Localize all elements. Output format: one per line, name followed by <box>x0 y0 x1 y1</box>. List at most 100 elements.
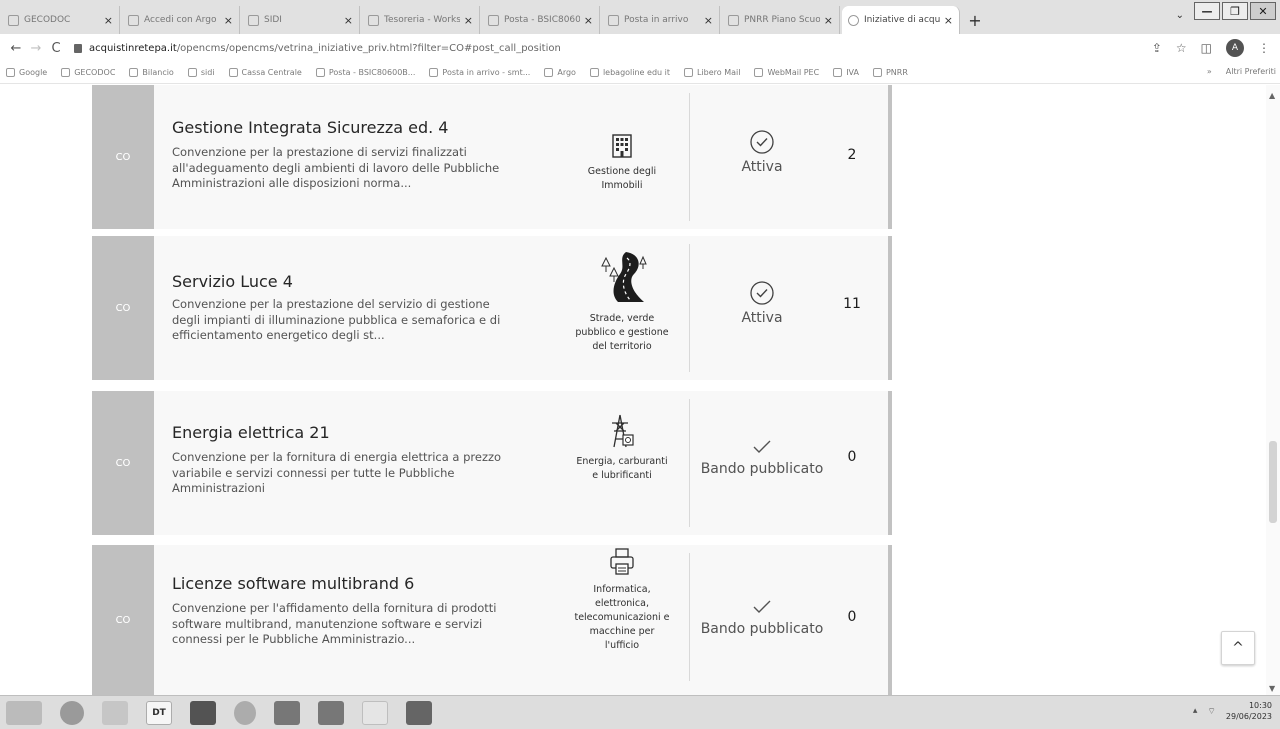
dt-app-icon[interactable]: DT <box>146 700 172 725</box>
tab-tesoreria[interactable]: Tesoreria - Workspace × <box>362 6 480 34</box>
type-badge: CO <box>92 85 154 229</box>
bookmark-cassa-centrale[interactable]: Cassa Centrale <box>228 68 302 77</box>
screen: GECODOC × Accedi con Argo × SIDI × Tesoreri… <box>0 0 1280 729</box>
bookmarks-more-icon[interactable]: » <box>1207 67 1212 76</box>
tray-arrow-icon[interactable]: ▴ <box>1193 706 1198 716</box>
avatar[interactable]: A <box>1226 39 1244 57</box>
bookmark-icon <box>187 68 197 77</box>
word-icon[interactable] <box>318 700 344 725</box>
media-icon[interactable] <box>234 700 256 725</box>
bookmark-posta[interactable]: Posta - BSIC80600B... <box>315 68 415 77</box>
tab-close-icon[interactable]: × <box>464 14 473 27</box>
bookmark-webmail-pec[interactable]: WebMail PEC <box>754 68 819 77</box>
minimize-button[interactable]: — <box>1194 2 1220 20</box>
bookmark-gecodoc[interactable]: GECODOC <box>61 68 115 77</box>
forward-arrow-icon[interactable]: → <box>26 41 46 56</box>
url-field[interactable]: acquistinretepa.it/opencms/opencms/vetri… <box>74 43 1152 54</box>
close-window-button[interactable]: ✕ <box>1250 2 1276 20</box>
tab-close-icon[interactable]: × <box>224 14 233 27</box>
category-line: del territorio <box>592 341 652 352</box>
bookmark-bilancio[interactable]: Bilancio <box>129 68 174 77</box>
bookmark-google[interactable]: Google <box>6 68 47 77</box>
initiative-description: Convenzione per l'affidamento della forn… <box>172 601 542 648</box>
tab-posta[interactable]: Posta - BSIC80600 × <box>482 6 600 34</box>
initiative-description: Convenzione per la fornitura di energia … <box>172 450 542 497</box>
bookmark-label: lebagoline edu it <box>602 68 670 77</box>
tab-close-icon[interactable]: × <box>704 14 713 27</box>
category: Gestione degli Immobili <box>562 133 682 193</box>
bookmark-sidi[interactable]: sidi <box>187 68 215 77</box>
bookmark-iva[interactable]: IVA <box>833 68 859 77</box>
tab-iniziative[interactable]: Iniziative di acqui × <box>842 6 960 34</box>
bookmark-libero-mail[interactable]: Libero Mail <box>684 68 740 77</box>
bookmark-label: Bilancio <box>142 68 174 77</box>
initiative-count: 0 <box>847 609 857 625</box>
category: Strade, verde pubblico e gestione del te… <box>562 248 682 354</box>
initiative-card[interactable]: CO Licenze software multibrand 6 Convenz… <box>92 545 892 695</box>
tab-close-icon[interactable]: × <box>584 14 593 27</box>
power-pylon-icon <box>612 414 634 448</box>
sidebar-icon[interactable]: ◫ <box>1201 41 1212 55</box>
share-icon[interactable]: ⇪ <box>1152 41 1162 55</box>
back-to-top-button[interactable]: ^ <box>1221 631 1255 665</box>
description-line: connessi per le Pubbliche Amministrazio.… <box>172 632 416 646</box>
description-line: Convenzione per la fornitura di energia … <box>172 450 502 464</box>
star-icon[interactable]: ☆ <box>1176 41 1187 55</box>
card-edge <box>888 85 892 229</box>
other-bookmarks[interactable]: Altri Preferiti <box>1226 67 1276 76</box>
page-scrollbar[interactable]: ▲ ▼ <box>1266 85 1280 695</box>
tab-close-icon[interactable]: × <box>104 14 113 27</box>
start-button[interactable] <box>6 700 42 725</box>
file-explorer-icon[interactable] <box>102 700 128 725</box>
printer-icon <box>610 548 634 575</box>
scroll-up-arrow-icon[interactable]: ▲ <box>1269 91 1275 100</box>
check-circle-icon <box>750 281 774 305</box>
card-edge <box>888 391 892 535</box>
new-tab-button[interactable]: + <box>964 6 986 34</box>
initiative-card[interactable]: CO Gestione Integrata Sicurezza ed. 4 Co… <box>92 85 892 229</box>
tab-posta-arrivo[interactable]: Posta in arrivo × <box>602 6 720 34</box>
back-arrow-icon[interactable]: ← <box>6 41 26 56</box>
bookmark-label: Libero Mail <box>697 68 741 77</box>
tab-search-chevron-icon[interactable]: ⌄ <box>1176 10 1184 21</box>
toolbar-icons: ⇪ ☆ ◫ A ⋮ <box>1152 39 1280 57</box>
excel-icon[interactable] <box>274 700 300 725</box>
bookmark-pnrr[interactable]: PNRR <box>872 68 908 77</box>
chrome-icon[interactable] <box>60 700 84 725</box>
tab-favicon-icon <box>128 14 139 26</box>
tab-argo[interactable]: Accedi con Argo × <box>122 6 240 34</box>
scroll-thumb[interactable] <box>1269 441 1277 523</box>
initiative-title[interactable]: Gestione Integrata Sicurezza ed. 4 <box>172 118 448 137</box>
menu-icon[interactable]: ⋮ <box>1258 41 1270 55</box>
tab-gecodoc[interactable]: GECODOC × <box>2 6 120 34</box>
bookmark-label: sidi <box>200 68 215 77</box>
tab-close-icon[interactable]: × <box>944 14 953 27</box>
initiative-title[interactable]: Energia elettrica 21 <box>172 423 330 442</box>
card-edge <box>888 545 892 695</box>
initiative-title[interactable]: Licenze software multibrand 6 <box>172 574 414 593</box>
initiative-card[interactable]: CO Energia elettrica 21 Convenzione per … <box>92 391 892 535</box>
network-icon[interactable]: ⌔ <box>1207 706 1215 717</box>
bookmark-posta-arrivo[interactable]: Posta in arrivo - smt... <box>429 68 530 77</box>
restore-button[interactable]: ❐ <box>1222 2 1248 20</box>
acrobat-icon[interactable] <box>190 700 216 725</box>
tab-close-icon[interactable]: × <box>824 14 833 27</box>
outlook-icon[interactable] <box>406 700 432 725</box>
reload-icon[interactable]: C <box>46 41 66 56</box>
description-line: Convenzione per l'affidamento della forn… <box>172 601 497 615</box>
description-line: Amministrazioni alle disposizioni norma.… <box>172 176 412 190</box>
system-tray: ▴ ⌔ 10:30 29/06/2023 <box>1193 700 1272 722</box>
scroll-down-arrow-icon[interactable]: ▼ <box>1269 684 1275 693</box>
bookmark-lebagoline[interactable]: lebagoline edu it <box>589 68 670 77</box>
tab-close-icon[interactable]: × <box>344 14 353 27</box>
clock[interactable]: 10:30 29/06/2023 <box>1226 700 1272 722</box>
bookmark-argo[interactable]: Argo <box>544 68 576 77</box>
paint-icon[interactable] <box>362 700 388 725</box>
initiative-title[interactable]: Servizio Luce 4 <box>172 272 293 291</box>
tab-pnrr[interactable]: PNRR Piano Scuola × <box>722 6 840 34</box>
page-content: CO Gestione Integrata Sicurezza ed. 4 Co… <box>0 85 1280 695</box>
building-icon <box>612 134 632 158</box>
tab-sidi[interactable]: SIDI × <box>242 6 360 34</box>
initiative-card[interactable]: CO Servizio Luce 4 Convenzione per la pr… <box>92 236 892 380</box>
gmail-icon <box>429 68 439 77</box>
